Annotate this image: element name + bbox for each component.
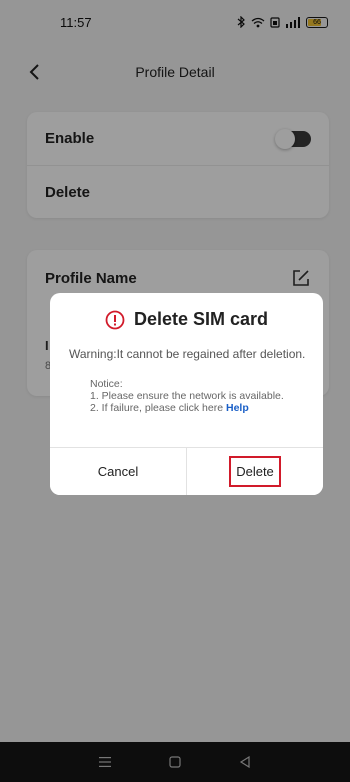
cancel-button[interactable]: Cancel	[50, 448, 187, 495]
notice-item-1: 1. Please ensure the network is availabl…	[90, 390, 284, 402]
delete-button-label: Delete	[229, 456, 281, 487]
dialog-title-text: Delete SIM card	[133, 309, 269, 329]
notice-title: Notice:	[90, 378, 123, 390]
warning-text: Warning:It cannot be regained after dele…	[69, 347, 306, 361]
delete-button[interactable]: Delete	[187, 448, 323, 495]
delete-sim-dialog: Delete SIM card Warning:It cannot be reg…	[50, 293, 323, 495]
menu-icon[interactable]	[97, 754, 113, 770]
help-link[interactable]: Help	[226, 402, 249, 414]
notice-item-2: 2. If failure, please click here Help	[90, 402, 310, 414]
home-icon[interactable]	[167, 754, 183, 770]
system-nav-bar	[0, 742, 350, 782]
notice-item-2-text: 2. If failure, please click here	[90, 402, 224, 414]
triangle-back-icon[interactable]	[237, 754, 253, 770]
dialog-title: Delete SIM card	[50, 309, 323, 330]
notice-block: Notice: 1. Please ensure the network is …	[90, 378, 310, 414]
exclamation-circle-icon	[105, 310, 125, 330]
dialog-footer: Cancel Delete	[50, 447, 323, 495]
